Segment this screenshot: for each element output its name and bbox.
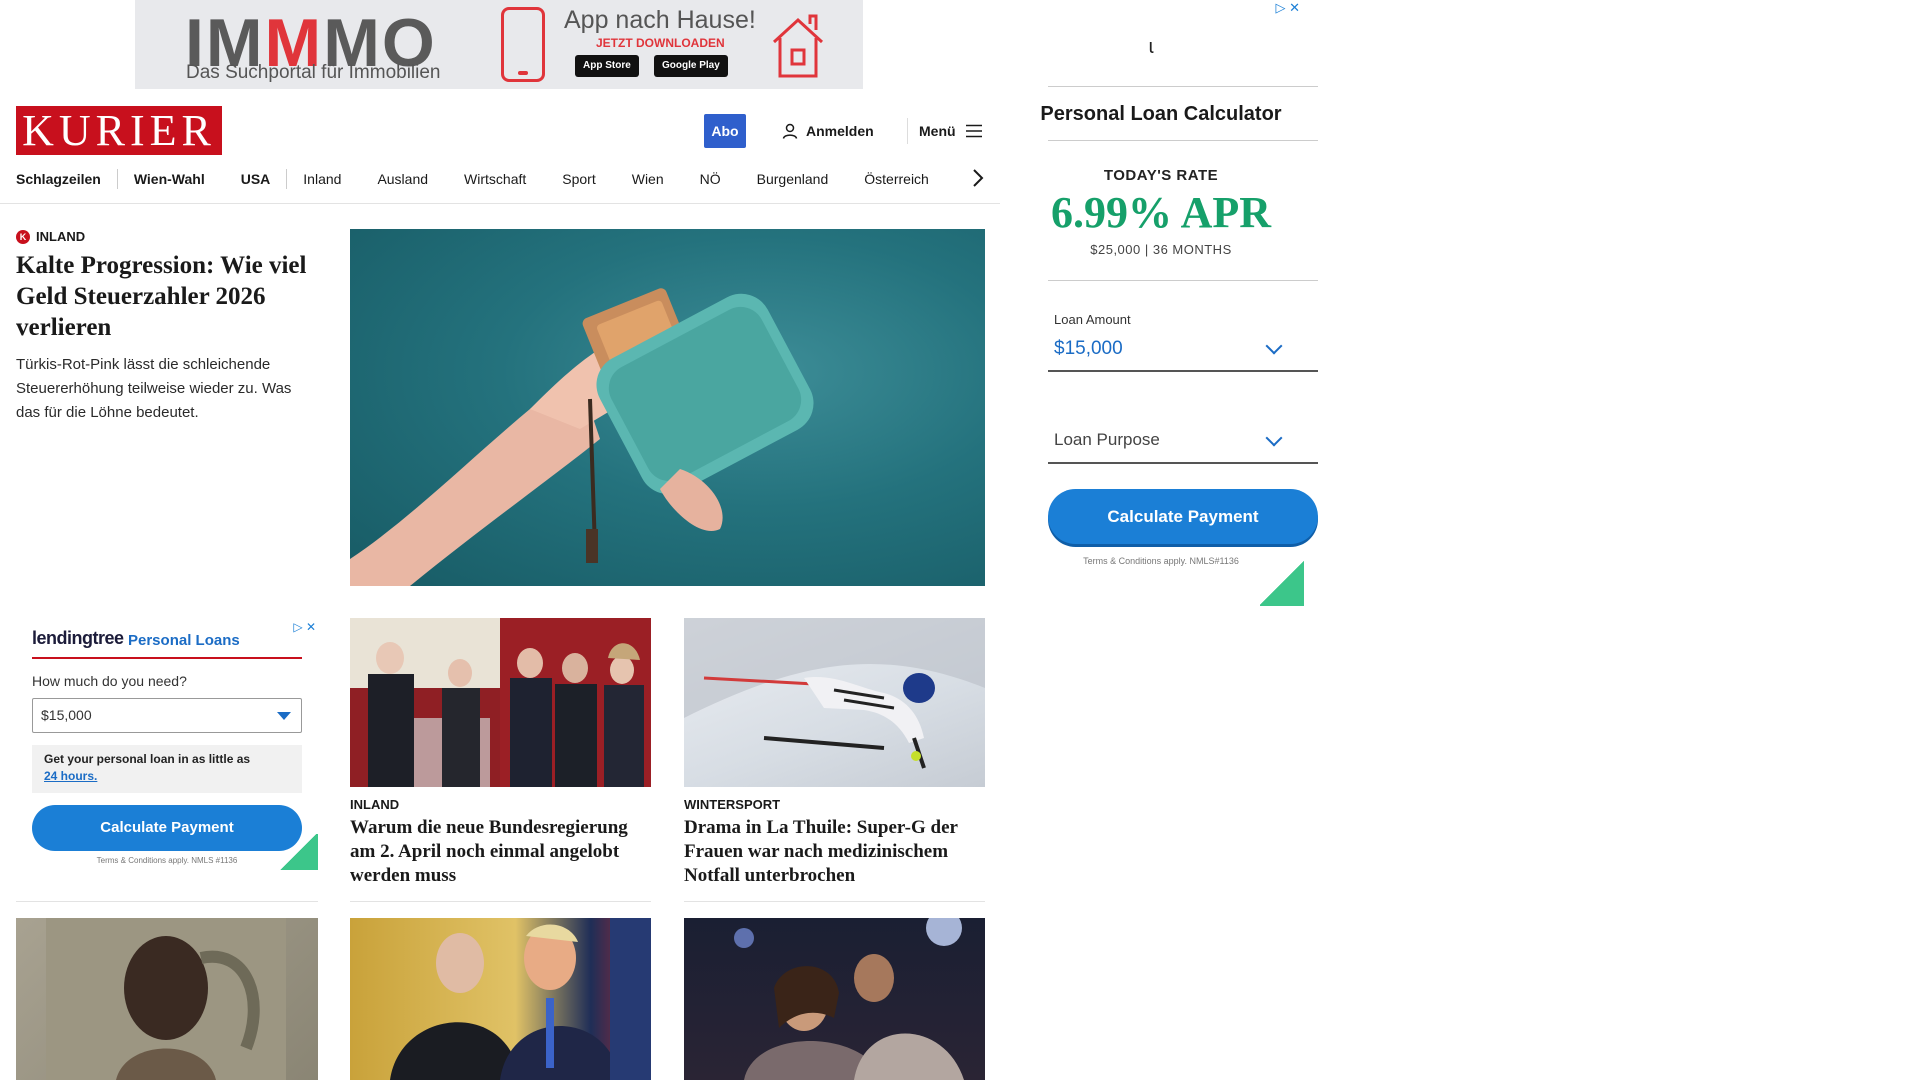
kurier-k-icon: K [16,229,30,244]
apr-rate: 6.99% APR [1051,188,1271,237]
nav-item-noe[interactable]: NÖ [700,171,721,187]
top-banner-ad[interactable]: IMMMO Das Suchportal für Immobilien App … [135,0,863,89]
loan-amount-select[interactable]: $15,000 [32,698,302,733]
nav-item-ausland[interactable]: Ausland [377,171,428,187]
phone-icon [501,7,545,82]
user-icon [782,123,798,139]
calculate-payment-button[interactable]: Calculate Payment [1048,489,1318,544]
card-image-party-crowd[interactable] [684,918,985,1080]
card-divider [684,901,985,902]
lead-headline[interactable]: Kalte Progression: Wie viel Geld Steuerz… [16,250,316,343]
chevron-down-icon[interactable] [1265,337,1283,355]
ad-divider [1048,86,1318,87]
house-icon [772,14,824,78]
ad-divider [32,657,302,659]
chevron-down-icon[interactable] [1265,429,1283,447]
nav-item-wien[interactable]: Wien [632,171,664,187]
ad-terms[interactable]: Terms & Conditions apply. NMLS #1136 [32,856,302,865]
app-store-badge[interactable]: App Store [575,55,639,77]
ad-corner-decoration [278,834,318,870]
card-headline[interactable]: Warum die neue Bundesregierung am 2. Apr… [350,816,651,888]
nav-item-wirtschaft[interactable]: Wirtschaft [464,171,526,187]
ad-product-label: Personal Loans [128,632,240,649]
lead-kicker-label: INLAND [36,229,86,244]
loan-amount-value: $15,000 [41,707,92,723]
google-play-badge[interactable]: Google Play [654,55,728,77]
nav-item-inland[interactable]: Inland [303,171,341,187]
kurier-logo[interactable]: KURIER [16,106,222,155]
card-image-leaders[interactable] [350,918,651,1080]
adchoices-icon[interactable]: ▷ ✕ [293,620,316,634]
login-label: Anmelden [806,123,874,139]
text-cursor-icon: ɩ [1149,36,1154,58]
menu-label: Menü [919,123,956,139]
card-kicker: INLAND [350,797,400,812]
hamburger-icon [965,124,982,138]
ad-divider [1048,280,1318,281]
nav-divider [116,169,118,189]
nav-item-schlagzeilen[interactable]: Schlagzeilen [16,171,101,187]
amount-question: How much do you need? [32,673,187,689]
menu-button[interactable]: Menü [919,114,982,148]
nav-item-sport[interactable]: Sport [562,171,595,187]
ad-app-title: App nach Hause! [564,6,756,34]
card-image-government[interactable] [350,618,651,787]
nav-divider [286,169,288,189]
nav-divider-line [0,203,1000,204]
nav-item-usa[interactable]: USA [241,171,271,187]
promo-text: Get your personal loan in as little as [44,752,251,766]
card-divider [16,901,318,902]
loan-amount-value[interactable]: $15,000 [1054,338,1123,360]
lendingtree-logo: lendingtree [32,628,124,648]
nav-item-wien-wahl[interactable]: Wien-Wahl [134,171,205,187]
card-kicker: WINTERSPORT [684,797,781,812]
ad-divider [1048,140,1318,141]
todays-rate-label: TODAY'S RATE [1103,167,1219,184]
card-image-skier[interactable] [684,618,985,787]
abo-button[interactable]: Abo [704,114,746,148]
nav-item-oesterreich[interactable]: Österreich [864,171,929,187]
purpose-field-underline [1048,462,1318,464]
lendingtree-ad[interactable]: ▷ ✕ lendingtree Personal Loans How much … [16,618,318,870]
amount-field-underline [1048,370,1318,372]
nav-item-burgenland[interactable]: Burgenland [757,171,829,187]
caret-down-icon [277,712,291,720]
rate-terms: $25,000 | 36 MONTHS [1090,242,1232,257]
lead-image-wallet[interactable] [350,229,985,586]
loan-calculator-ad[interactable]: ▷ ✕ ɩ Personal Loan Calculator TODAY'S R… [1018,0,1318,606]
header-divider [907,118,908,144]
card-headline[interactable]: Drama in La Thuile: Super-G der Frauen w… [684,816,985,888]
card-divider [350,901,651,902]
lead-kicker: K INLAND [16,229,85,244]
ad-tagline: Das Suchportal für Immobilien [186,62,441,83]
calculate-payment-button[interactable]: Calculate Payment [32,805,302,851]
ad-download-cta: JETZT DOWNLOADEN [596,36,725,50]
promo-link[interactable]: 24 hours. [44,769,97,783]
promo-box: Get your personal loan in as little as 2… [32,745,302,793]
lead-teaser[interactable]: Türkis-Rot-Pink lässt die schleichende S… [16,353,316,425]
adchoices-icon[interactable]: ▷ ✕ [1275,0,1300,16]
calculator-title: Personal Loan Calculator [1040,103,1282,125]
card-image-portrait-painting[interactable] [16,918,318,1080]
loan-amount-label: Loan Amount [1054,312,1131,327]
section-nav: Schlagzeilen Wien-Wahl USA Inland Auslan… [16,167,988,191]
login-button[interactable]: Anmelden [782,114,874,148]
loan-purpose-select[interactable]: Loan Purpose [1054,430,1160,450]
ad-corner-decoration [1260,560,1304,606]
chevron-right-icon[interactable] [968,166,988,190]
